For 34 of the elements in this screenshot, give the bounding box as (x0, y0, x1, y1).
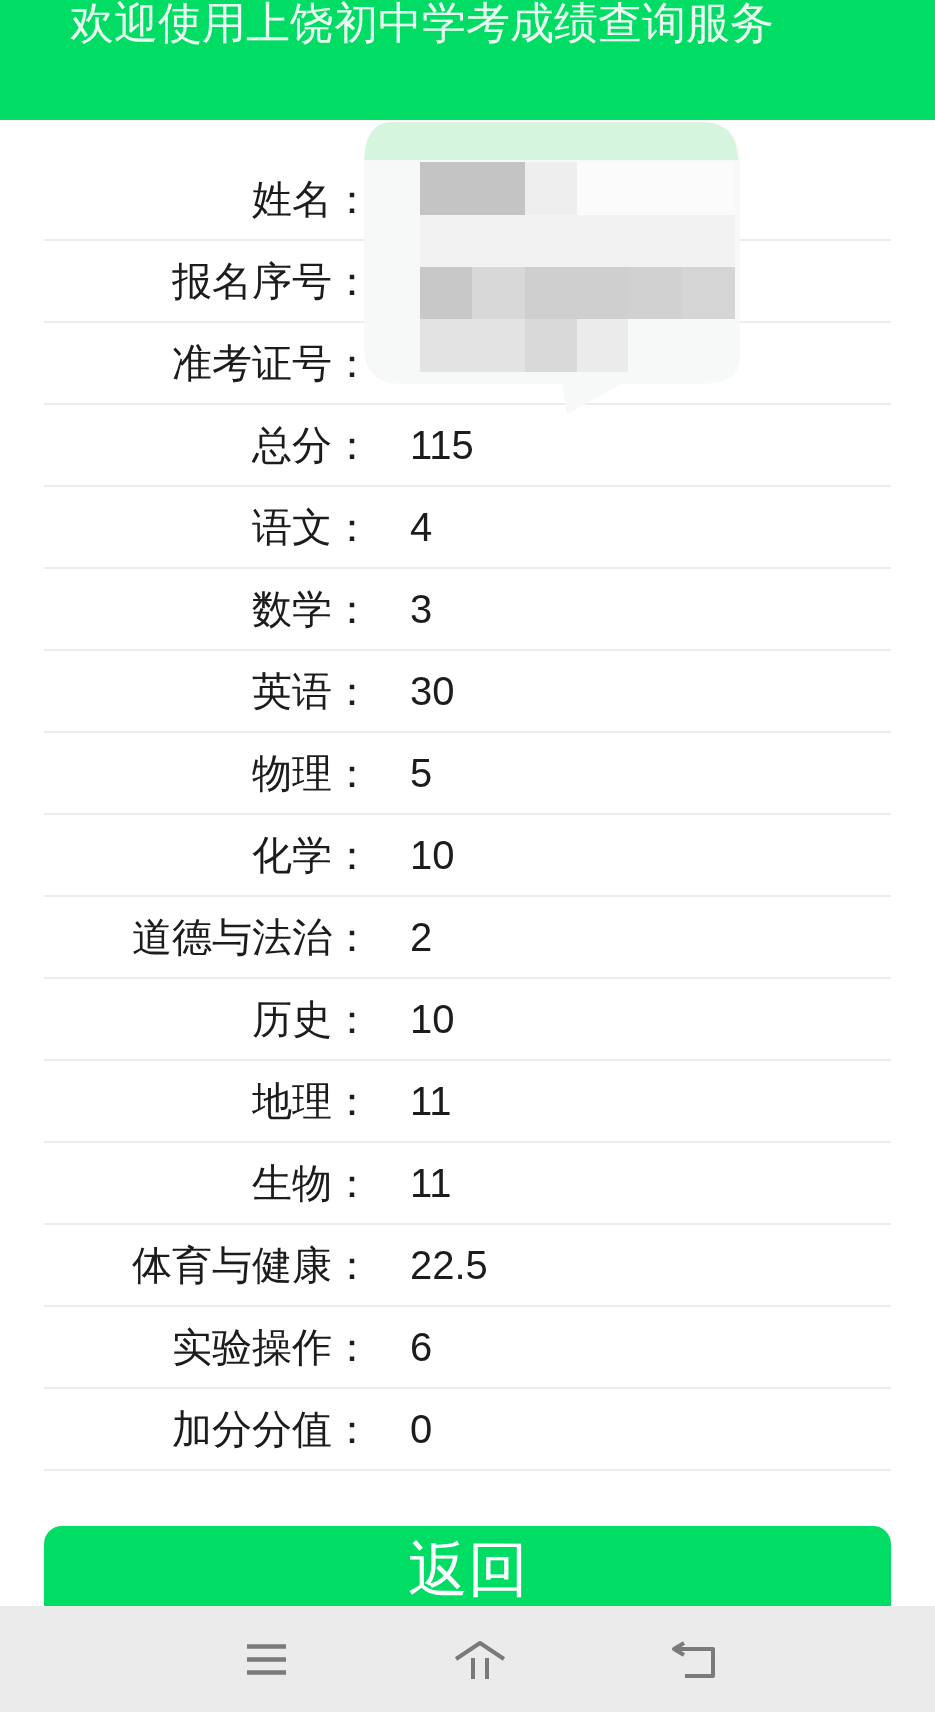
field-label: 化学： (251, 832, 372, 878)
score-value: 115 (410, 422, 474, 468)
page-title: 欢迎使用上饶初中学考成绩查询服务 (70, 0, 774, 46)
score-value: 3 (410, 586, 433, 632)
field-label: 姓名： (251, 176, 372, 222)
score-value: 10 (410, 832, 455, 878)
field-label: 总分： (251, 422, 372, 468)
score-value: 4 (410, 504, 433, 550)
field-label: 实验操作： (171, 1324, 372, 1370)
field-label: 地理： (251, 1078, 372, 1124)
field-label: 数学： (251, 586, 372, 632)
score-value: 0 (410, 1406, 433, 1452)
field-label: 报名序号： (171, 258, 372, 304)
score-value: 11 (410, 1078, 452, 1124)
return-button[interactable]: 返回 (44, 1526, 891, 1606)
score-value: 30 (410, 668, 455, 714)
field-label: 加分分值： (171, 1406, 372, 1452)
score-value: 22.5 (410, 1242, 488, 1288)
field-label: 体育与健康： (131, 1242, 372, 1288)
field-label: 历史： (251, 996, 372, 1042)
field-label: 物理： (251, 750, 372, 796)
field-label: 英语： (251, 668, 372, 714)
score-value: 2 (410, 914, 433, 960)
menu-icon[interactable] (247, 1643, 286, 1675)
score-value: 5 (410, 750, 433, 796)
field-label: 道德与法治： (131, 914, 372, 960)
home-icon[interactable] (454, 1639, 506, 1679)
score-value: 10 (410, 996, 455, 1042)
field-label: 生物： (251, 1160, 372, 1206)
score-value: 6 (410, 1324, 433, 1370)
field-label: 准考证号： (171, 340, 372, 386)
back-icon[interactable] (671, 1640, 716, 1678)
field-label: 语文： (251, 504, 372, 550)
score-value: 11 (410, 1160, 452, 1206)
